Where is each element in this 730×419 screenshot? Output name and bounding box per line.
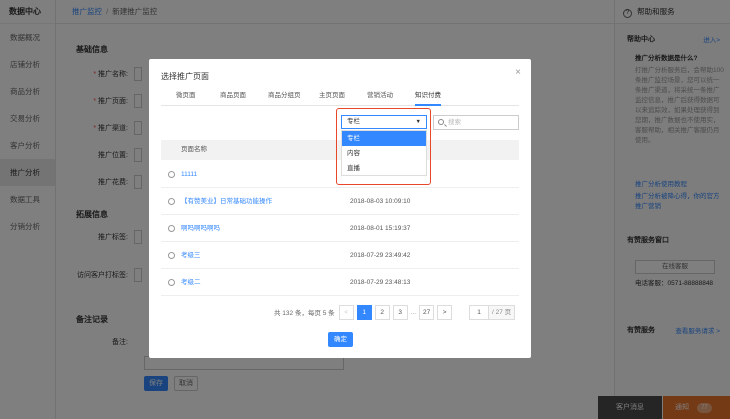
- tab-home-page[interactable]: 主页页面: [319, 89, 345, 106]
- search-placeholder: 搜索: [448, 119, 461, 126]
- radio-button[interactable]: [168, 252, 175, 259]
- prev-page-button[interactable]: <: [338, 304, 354, 320]
- tab-goods-page[interactable]: 商品页面: [220, 89, 246, 106]
- pagination-info: 共 132 条，每页 5 条: [274, 310, 335, 317]
- page-name-link[interactable]: 【有赞美业】日常基础功能操作: [181, 188, 272, 215]
- pagination-ellipsis: ...: [410, 308, 417, 316]
- tab-knowledge-paid[interactable]: 知识付费: [415, 89, 441, 106]
- page-name-link[interactable]: 考级二: [181, 269, 201, 296]
- tab-goods-group[interactable]: 商品分组页: [268, 89, 301, 106]
- table-row[interactable]: 考级二 2018-07-29 23:48:13: [161, 269, 519, 296]
- next-page-button[interactable]: >: [437, 304, 453, 320]
- radio-button[interactable]: [168, 171, 175, 178]
- annotation-highlight: [336, 108, 431, 185]
- created-time: 2018-08-01 15:19:37: [350, 225, 411, 232]
- table-row[interactable]: 考级三 2018-07-29 23:49:42: [161, 242, 519, 269]
- modal-tabs: 微页面 商品页面 商品分组页 主页页面 营销活动 知识付费: [161, 89, 519, 106]
- page-name-link[interactable]: 啊吗啊吗啊吗: [181, 215, 220, 242]
- radio-button[interactable]: [168, 225, 175, 232]
- table-row[interactable]: 【有赞美业】日常基础功能操作 2018-08-03 10:09:10: [161, 188, 519, 215]
- close-icon[interactable]: ×: [515, 67, 521, 78]
- page-jump-input[interactable]: 1: [469, 304, 490, 320]
- table-row[interactable]: 啊吗啊吗啊吗 2018-08-01 15:19:37: [161, 215, 519, 242]
- radio-button[interactable]: [168, 279, 175, 286]
- select-page-modal: 选择推广页面 × 微页面 商品页面 商品分组页 主页页面 营销活动 知识付费 专…: [149, 59, 531, 358]
- created-time: 2018-08-03 10:09:10: [350, 198, 411, 205]
- radio-button[interactable]: [168, 198, 175, 205]
- modal-title: 选择推广页面: [161, 72, 209, 81]
- page-button-3[interactable]: 3: [392, 304, 408, 320]
- created-time: 2018-07-29 23:48:13: [350, 279, 411, 286]
- total-pages: / 27 页: [489, 304, 516, 320]
- page-button-1[interactable]: 1: [356, 304, 372, 320]
- search-icon: [438, 119, 444, 125]
- pagination: 共 132 条，每页 5 条 < 1 2 3 ... 27 > 1 / 27 页: [274, 304, 516, 320]
- search-input[interactable]: 搜索: [433, 115, 519, 130]
- page-button-last[interactable]: 27: [419, 304, 435, 320]
- page-name-link[interactable]: 11111: [181, 161, 197, 188]
- created-time: 2018-07-29 23:49:42: [350, 252, 411, 259]
- page-button-2[interactable]: 2: [374, 304, 390, 320]
- page-name-link[interactable]: 考级三: [181, 242, 201, 269]
- tab-micro-page[interactable]: 微页面: [176, 89, 196, 106]
- confirm-button[interactable]: 确定: [328, 332, 353, 347]
- tab-marketing[interactable]: 营销活动: [367, 89, 393, 106]
